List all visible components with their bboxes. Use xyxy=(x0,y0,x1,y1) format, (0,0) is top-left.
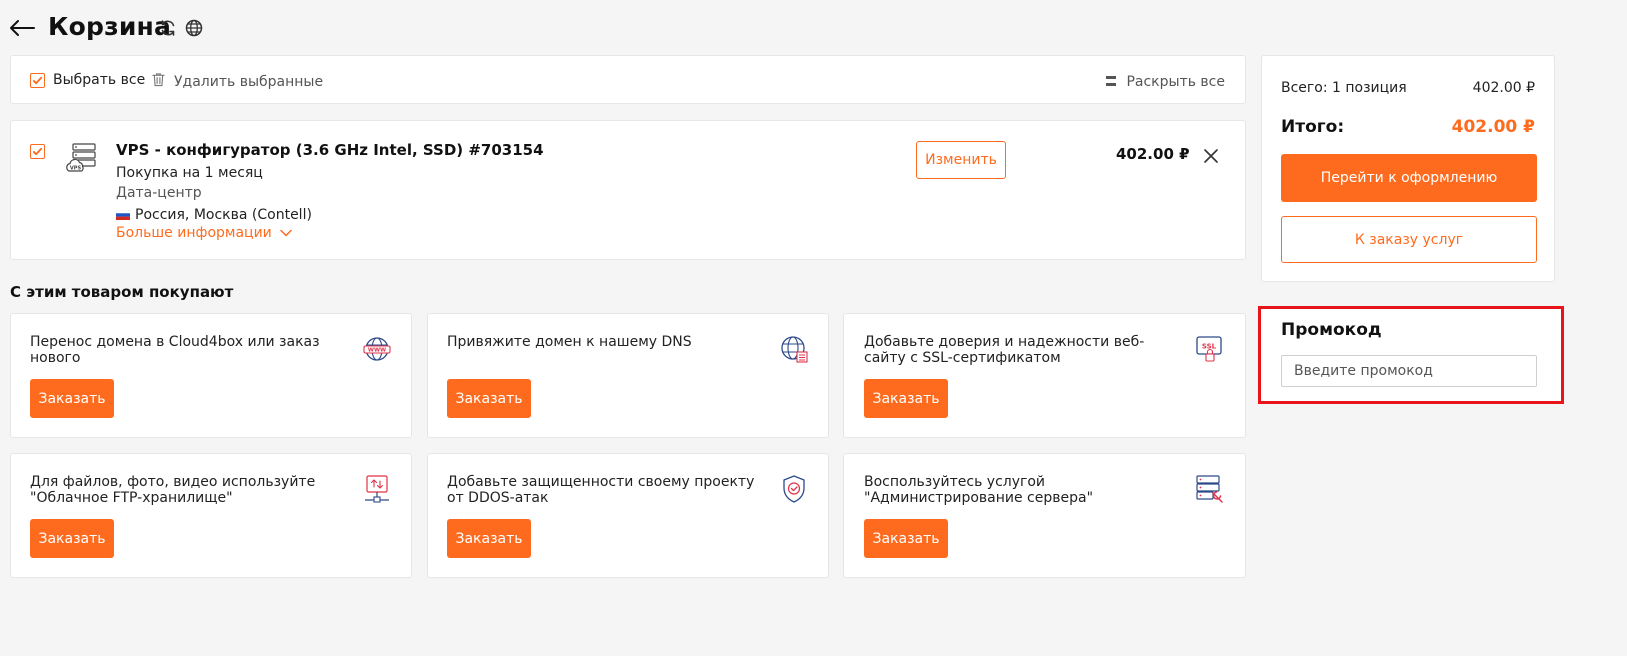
refresh-icon[interactable] xyxy=(158,18,178,38)
upsell-card: Для файлов, фото, видео используйте "Обл… xyxy=(10,453,412,578)
remove-item-close-icon[interactable] xyxy=(1204,148,1218,163)
positions-price: 402.00 ₽ xyxy=(1472,80,1535,96)
server-admin-icon xyxy=(1194,473,1226,505)
total-label: Итого: xyxy=(1281,117,1345,137)
russia-flag-icon xyxy=(115,205,131,224)
cart-item-price: 402.00 ₽ xyxy=(1116,145,1190,163)
upsell-card: Воспользуйтесь услугой "Администрировани… xyxy=(843,453,1246,578)
order-button[interactable]: Заказать xyxy=(447,519,531,558)
upsell-card-text: Добавьте защищенности своему проекту от … xyxy=(447,474,755,506)
upsell-title: С этим товаром покупают xyxy=(10,283,234,301)
chevron-down-icon xyxy=(280,225,292,241)
cart-item: VPS VPS - конфигуратор (3.6 GHz Intel, S… xyxy=(10,120,1246,260)
select-all[interactable]: Выбрать все xyxy=(30,72,145,88)
vps-server-icon: VPS xyxy=(65,141,99,175)
svg-text:VPS: VPS xyxy=(70,166,82,172)
datacenter-location: Россия, Москва (Contell) xyxy=(135,206,312,223)
cart-item-title: VPS - конфигуратор (3.6 GHz Intel, SSD) … xyxy=(116,141,544,159)
order-services-button[interactable]: К заказу услуг xyxy=(1281,216,1537,263)
upsell-card-text: Перенос домена в Cloud4box или заказ нов… xyxy=(30,334,320,366)
order-button[interactable]: Заказать xyxy=(30,379,114,418)
upsell-card-text: Для файлов, фото, видео используйте "Обл… xyxy=(30,474,316,506)
ftp-storage-icon xyxy=(361,473,393,505)
svg-text:WWW: WWW xyxy=(368,348,386,354)
promo-title: Промокод xyxy=(1281,320,1382,340)
more-info-label: Больше информации xyxy=(116,225,272,241)
delete-selected-button[interactable]: Удалить выбранные xyxy=(152,72,323,91)
select-all-checkbox[interactable] xyxy=(30,72,45,88)
order-summary: Всего: 1 позиция 402.00 ₽ Итого: 402.00 … xyxy=(1261,55,1555,282)
expand-icon xyxy=(1106,72,1117,91)
upsell-card-text: Воспользуйтесь услугой "Администрировани… xyxy=(864,474,1094,506)
upsell-card: Привяжите домен к нашему DNS Заказать xyxy=(427,313,829,438)
order-button[interactable]: Заказать xyxy=(864,379,948,418)
order-button[interactable]: Заказать xyxy=(447,379,531,418)
shield-icon xyxy=(778,473,810,505)
checkout-button[interactable]: Перейти к оформлению xyxy=(1281,154,1537,202)
upsell-card: Добавьте доверия и надежности веб-сайту … xyxy=(843,313,1246,438)
expand-all-button[interactable]: Раскрыть все xyxy=(1106,72,1225,91)
more-info-link[interactable]: Больше информации xyxy=(116,225,292,241)
trash-icon xyxy=(152,72,165,91)
expand-all-label: Раскрыть все xyxy=(1126,73,1225,90)
edit-button[interactable]: Изменить xyxy=(916,141,1006,179)
delete-selected-label: Удалить выбранные xyxy=(174,73,324,90)
upsell-card-text: Привяжите домен к нашему DNS xyxy=(447,334,692,350)
dns-globe-icon xyxy=(778,333,810,365)
total-price: 402.00 ₽ xyxy=(1451,117,1535,137)
promo-code-input[interactable] xyxy=(1281,355,1537,387)
ssl-certificate-icon: SSL xyxy=(1194,333,1226,365)
page-title: Корзина xyxy=(48,12,172,41)
select-all-label: Выбрать все xyxy=(53,72,146,88)
datacenter-label: Дата-центр xyxy=(116,185,202,201)
cart-item-purchase: Покупка на 1 месяц xyxy=(116,165,263,181)
back-arrow-icon[interactable] xyxy=(8,18,36,38)
upsell-card: Перенос домена в Cloud4box или заказ нов… xyxy=(10,313,412,438)
upsell-card: Добавьте защищенности своему проекту от … xyxy=(427,453,829,578)
datacenter-value: Россия, Москва (Contell) xyxy=(115,205,312,224)
order-button[interactable]: Заказать xyxy=(30,519,114,558)
positions-count: Всего: 1 позиция xyxy=(1281,80,1407,96)
cart-item-checkbox[interactable] xyxy=(30,144,45,159)
cart-toolbar: Выбрать все Удалить выбранные Раскрыть в… xyxy=(10,55,1246,104)
globe-icon[interactable] xyxy=(184,18,204,38)
order-button[interactable]: Заказать xyxy=(864,519,948,558)
upsell-card-text: Добавьте доверия и надежности веб-сайту … xyxy=(864,334,1145,366)
promo-code-panel: Промокод xyxy=(1258,306,1564,404)
www-globe-icon: WWW xyxy=(361,333,393,365)
